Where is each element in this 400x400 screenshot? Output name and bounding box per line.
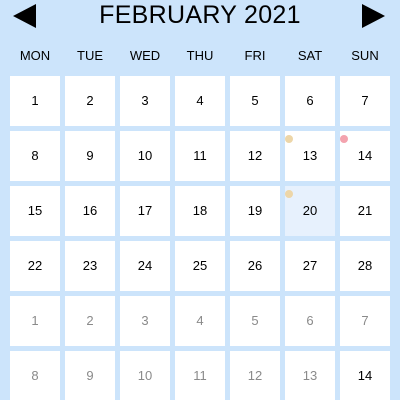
day-cell[interactable]: 11 xyxy=(175,131,225,181)
day-number: 4 xyxy=(196,93,204,108)
day-number: 7 xyxy=(361,313,369,328)
day-grid: 1 2 3 4 5 6 7 8 9 10 11 12 13 14 15 16 17 18 19 20 21 22 23 24 2… xyxy=(0,0,400,400)
day-number: 28 xyxy=(357,258,373,273)
day-cell[interactable]: 2 xyxy=(65,76,115,126)
day-cell[interactable]: 4 xyxy=(175,296,225,346)
day-number: 13 xyxy=(302,148,318,163)
day-number: 4 xyxy=(196,313,204,328)
day-number: 12 xyxy=(247,368,263,383)
day-cell[interactable]: 9 xyxy=(65,351,115,400)
day-number: 1 xyxy=(31,313,39,328)
day-cell[interactable]: 4 xyxy=(175,76,225,126)
day-cell[interactable]: 10 xyxy=(120,351,170,400)
day-cell[interactable]: 14 xyxy=(340,351,390,400)
day-cell[interactable]: 5 xyxy=(230,296,280,346)
day-number: 14 xyxy=(357,368,373,383)
day-number: 5 xyxy=(251,93,259,108)
day-number: 18 xyxy=(192,203,208,218)
day-cell[interactable]: 1 xyxy=(10,76,60,126)
day-cell[interactable]: 6 xyxy=(285,76,335,126)
day-cell[interactable]: 24 xyxy=(120,241,170,291)
day-number: 6 xyxy=(306,313,314,328)
day-cell[interactable]: 5 xyxy=(230,76,280,126)
day-cell[interactable]: 6 xyxy=(285,296,335,346)
day-number: 1 xyxy=(31,93,39,108)
day-cell[interactable]: 28 xyxy=(340,241,390,291)
day-number: 15 xyxy=(27,203,43,218)
day-cell[interactable]: 2 xyxy=(65,296,115,346)
day-cell[interactable]: 10 xyxy=(120,131,170,181)
day-number: 9 xyxy=(86,368,94,383)
day-number: 16 xyxy=(82,203,98,218)
day-cell[interactable]: 11 xyxy=(175,351,225,400)
day-number: 25 xyxy=(192,258,208,273)
day-number: 11 xyxy=(193,368,207,383)
day-cell-selected[interactable]: 20 xyxy=(285,186,335,236)
day-cell[interactable]: 8 xyxy=(10,131,60,181)
day-cell[interactable]: 25 xyxy=(175,241,225,291)
day-number: 7 xyxy=(361,93,369,108)
day-cell[interactable]: 12 xyxy=(230,131,280,181)
day-cell[interactable]: 18 xyxy=(175,186,225,236)
day-cell[interactable]: 27 xyxy=(285,241,335,291)
day-number: 14 xyxy=(357,148,373,163)
day-cell[interactable]: 9 xyxy=(65,131,115,181)
day-cell[interactable]: 13 xyxy=(285,351,335,400)
day-number: 8 xyxy=(31,368,39,383)
day-cell[interactable]: 7 xyxy=(340,296,390,346)
calendar: FEBRUARY 2021 MON TUE WED THU FRI SAT SUN 1234… xyxy=(0,0,400,400)
day-number: 23 xyxy=(82,258,98,273)
day-number: 2 xyxy=(86,313,94,328)
day-cell[interactable]: 15 xyxy=(10,186,60,236)
day-cell[interactable]: 13 xyxy=(285,131,335,181)
day-cell[interactable]: 3 xyxy=(120,76,170,126)
day-number: 6 xyxy=(306,93,314,108)
day-number: 19 xyxy=(247,203,263,218)
day-number: 24 xyxy=(137,258,153,273)
day-number: 8 xyxy=(31,148,39,163)
day-number: 17 xyxy=(137,203,153,218)
day-cell[interactable]: 26 xyxy=(230,241,280,291)
day-cell[interactable]: 3 xyxy=(120,296,170,346)
day-cell[interactable]: 1 xyxy=(10,296,60,346)
day-number: 5 xyxy=(251,313,259,328)
day-number: 21 xyxy=(357,203,373,218)
day-number: 9 xyxy=(86,148,94,163)
day-number: 11 xyxy=(193,148,207,163)
day-number: 10 xyxy=(137,368,153,383)
day-number: 26 xyxy=(247,258,263,273)
day-cell[interactable]: 22 xyxy=(10,241,60,291)
day-number: 27 xyxy=(302,258,318,273)
day-number: 10 xyxy=(137,148,153,163)
day-number: 12 xyxy=(247,148,263,163)
day-number: 3 xyxy=(141,313,149,328)
day-cell[interactable]: 16 xyxy=(65,186,115,236)
day-cell[interactable]: 23 xyxy=(65,241,115,291)
day-cell[interactable]: 17 xyxy=(120,186,170,236)
day-cell[interactable]: 8 xyxy=(10,351,60,400)
day-cell[interactable]: 19 xyxy=(230,186,280,236)
day-cell[interactable]: 12 xyxy=(230,351,280,400)
day-number: 2 xyxy=(86,93,94,108)
day-number: 22 xyxy=(27,258,43,273)
day-cell[interactable]: 7 xyxy=(340,76,390,126)
day-number: 3 xyxy=(141,93,149,108)
day-number: 13 xyxy=(302,368,318,383)
day-number: 20 xyxy=(302,203,318,218)
day-cell[interactable]: 21 xyxy=(340,186,390,236)
day-cell[interactable]: 14 xyxy=(340,131,390,181)
